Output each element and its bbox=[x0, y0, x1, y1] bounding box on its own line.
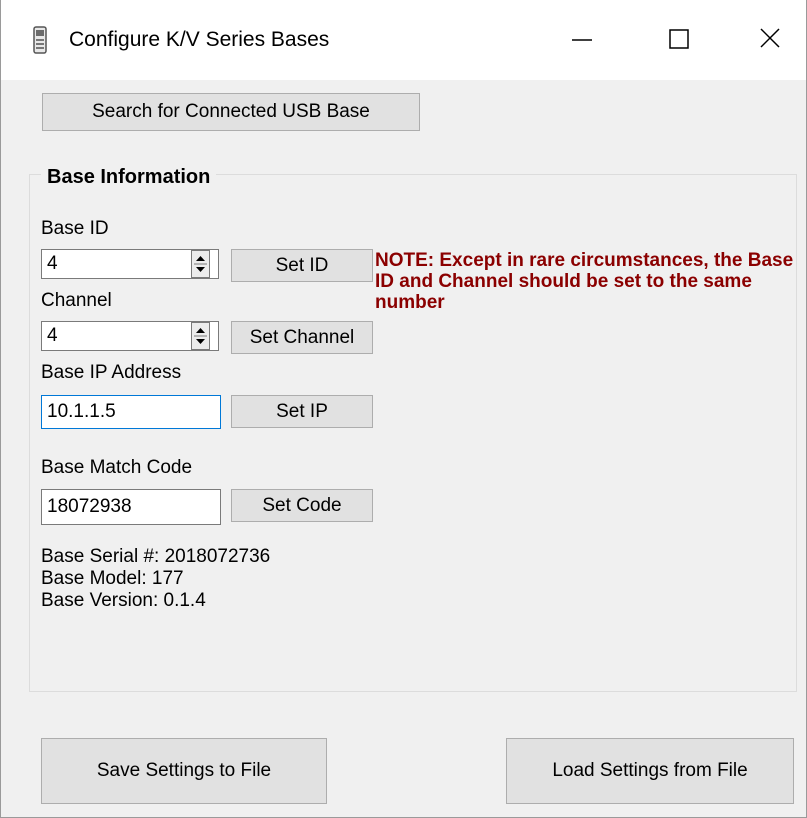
base-ip-label: Base IP Address bbox=[41, 362, 182, 383]
search-usb-base-button[interactable]: Search for Connected USB Base bbox=[42, 93, 420, 131]
save-settings-button[interactable]: Save Settings to File bbox=[41, 738, 327, 804]
base-id-label: Base ID bbox=[41, 218, 109, 239]
group-title: Base Information bbox=[41, 166, 217, 189]
base-ip-input[interactable]: 10.1.1.5 bbox=[41, 395, 221, 429]
set-code-button[interactable]: Set Code bbox=[231, 489, 373, 522]
set-channel-button[interactable]: Set Channel bbox=[231, 321, 373, 354]
set-id-button[interactable]: Set ID bbox=[231, 249, 373, 282]
match-code-label: Base Match Code bbox=[41, 457, 193, 478]
base-version-text: Base Version: 0.1.4 bbox=[41, 590, 206, 611]
close-icon[interactable] bbox=[721, 0, 807, 80]
channel-label: Channel bbox=[41, 290, 112, 311]
note-text: NOTE: Except in rare circumstances, the … bbox=[375, 250, 794, 313]
device-icon bbox=[33, 26, 47, 54]
load-settings-button[interactable]: Load Settings from File bbox=[506, 738, 794, 804]
title-bar[interactable]: Configure K/V Series Bases bbox=[1, 0, 806, 80]
maximize-icon[interactable] bbox=[637, 0, 725, 80]
set-ip-button[interactable]: Set IP bbox=[231, 395, 373, 428]
window-title: Configure K/V Series Bases bbox=[69, 28, 330, 51]
match-code-input[interactable]: 18072938 bbox=[41, 489, 221, 525]
base-serial-text: Base Serial #: 2018072736 bbox=[41, 546, 271, 567]
base-model-text: Base Model: 177 bbox=[41, 568, 184, 589]
base-id-stepper[interactable] bbox=[191, 250, 210, 278]
configure-bases-window: Configure K/V Series Bases Search for Co… bbox=[0, 0, 807, 818]
minimize-icon[interactable] bbox=[537, 0, 625, 80]
channel-stepper[interactable] bbox=[191, 322, 210, 350]
